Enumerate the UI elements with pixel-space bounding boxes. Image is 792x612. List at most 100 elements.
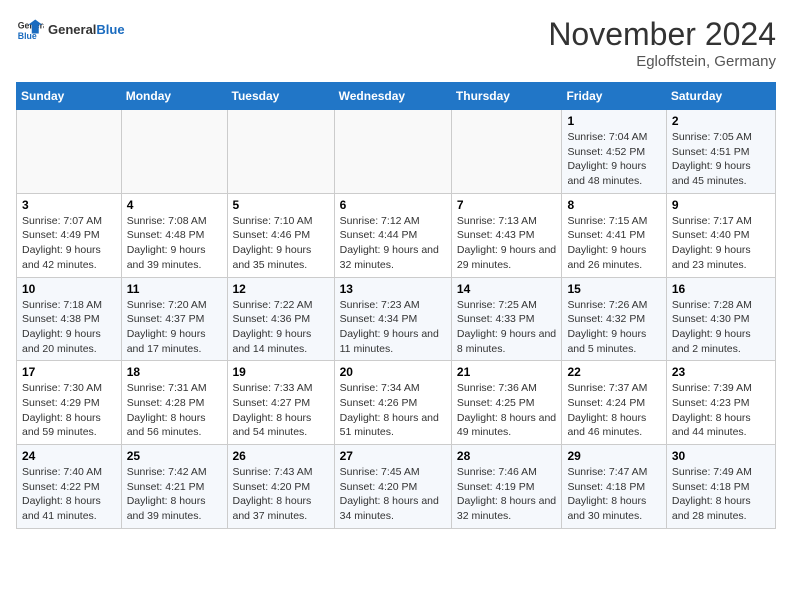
day-number: 17 — [22, 365, 116, 379]
calendar-cell: 25 Sunrise: 7:42 AMSunset: 4:21 PMDayligh… — [121, 445, 227, 529]
day-info: Sunrise: 7:13 AMSunset: 4:43 PMDaylight:… — [457, 214, 557, 273]
calendar-cell: 22 Sunrise: 7:37 AMSunset: 4:24 PMDayligh… — [562, 361, 666, 445]
calendar-cell — [17, 110, 122, 194]
day-info: Sunrise: 7:42 AMSunset: 4:21 PMDaylight:… — [127, 465, 222, 524]
calendar-cell — [227, 110, 334, 194]
day-number: 5 — [233, 198, 329, 212]
day-number: 18 — [127, 365, 222, 379]
calendar-cell: 14 Sunrise: 7:25 AMSunset: 4:33 PMDayligh… — [451, 277, 562, 361]
day-number: 28 — [457, 449, 557, 463]
calendar-cell: 24Sunrise: 7:40 AMSunset: 4:22 PMDayligh… — [17, 445, 122, 529]
logo-icon: General Blue — [16, 16, 44, 44]
calendar-cell: 13Sunrise: 7:23 AMSunset: 4:34 PMDayligh… — [334, 277, 451, 361]
day-info: Sunrise: 7:37 AMSunset: 4:24 PMDaylight:… — [567, 381, 660, 440]
logo-blue: Blue — [96, 22, 124, 37]
day-info: Sunrise: 7:23 AMSunset: 4:34 PMDaylight:… — [340, 298, 446, 357]
calendar-cell: 15 Sunrise: 7:26 AMSunset: 4:32 PMDayligh… — [562, 277, 666, 361]
calendar-cell — [334, 110, 451, 194]
day-info: Sunrise: 7:10 AMSunset: 4:46 PMDaylight:… — [233, 214, 329, 273]
day-info: Sunrise: 7:36 AMSunset: 4:25 PMDaylight:… — [457, 381, 557, 440]
calendar-cell: 29 Sunrise: 7:47 AMSunset: 4:18 PMDayligh… — [562, 445, 666, 529]
calendar-cell: 11 Sunrise: 7:20 AMSunset: 4:37 PMDayligh… — [121, 277, 227, 361]
calendar-cell: 9 Sunrise: 7:17 AMSunset: 4:40 PMDaylight… — [666, 193, 775, 277]
day-info: Sunrise: 7:18 AMSunset: 4:38 PMDaylight:… — [22, 298, 116, 357]
day-number: 12 — [233, 282, 329, 296]
day-number: 6 — [340, 198, 446, 212]
svg-text:General: General — [18, 20, 44, 30]
day-info: Sunrise: 7:30 AMSunset: 4:29 PMDaylight:… — [22, 381, 116, 440]
day-number: 25 — [127, 449, 222, 463]
day-info: Sunrise: 7:12 AMSunset: 4:44 PMDaylight:… — [340, 214, 446, 273]
calendar-cell: 12 Sunrise: 7:22 AMSunset: 4:36 PMDayligh… — [227, 277, 334, 361]
calendar-week-row: 1Sunrise: 7:04 AMSunset: 4:52 PMDaylight… — [17, 110, 776, 194]
day-info: Sunrise: 7:47 AMSunset: 4:18 PMDaylight:… — [567, 465, 660, 524]
calendar-cell: 30 Sunrise: 7:49 AMSunset: 4:18 PMDayligh… — [666, 445, 775, 529]
day-number: 4 — [127, 198, 222, 212]
logo-general: General — [48, 22, 96, 37]
day-info: Sunrise: 7:07 AMSunset: 4:49 PMDaylight:… — [22, 214, 116, 273]
day-number: 11 — [127, 282, 222, 296]
calendar-cell — [121, 110, 227, 194]
day-number: 2 — [672, 114, 770, 128]
calendar-cell: 18Sunrise: 7:31 AMSunset: 4:28 PMDayligh… — [121, 361, 227, 445]
weekday-header-wednesday: Wednesday — [334, 83, 451, 110]
day-number: 29 — [567, 449, 660, 463]
day-info: Sunrise: 7:26 AMSunset: 4:32 PMDaylight:… — [567, 298, 660, 357]
day-number: 27 — [340, 449, 446, 463]
day-info: Sunrise: 7:17 AMSunset: 4:40 PMDaylight:… — [672, 214, 770, 273]
day-number: 15 — [567, 282, 660, 296]
title-block: November 2024 Egloffstein, Germany — [548, 16, 776, 70]
calendar-cell: 16 Sunrise: 7:28 AMSunset: 4:30 PMDayligh… — [666, 277, 775, 361]
calendar-cell: 19 Sunrise: 7:33 AMSunset: 4:27 PMDayligh… — [227, 361, 334, 445]
day-info: Sunrise: 7:49 AMSunset: 4:18 PMDaylight:… — [672, 465, 770, 524]
day-info: Sunrise: 7:45 AMSunset: 4:20 PMDaylight:… — [340, 465, 446, 524]
calendar-cell: 27 Sunrise: 7:45 AMSunset: 4:20 PMDayligh… — [334, 445, 451, 529]
calendar-cell: 3Sunrise: 7:07 AMSunset: 4:49 PMDaylight… — [17, 193, 122, 277]
day-number: 23 — [672, 365, 770, 379]
weekday-header-thursday: Thursday — [451, 83, 562, 110]
day-number: 20 — [340, 365, 446, 379]
day-info: Sunrise: 7:33 AMSunset: 4:27 PMDaylight:… — [233, 381, 329, 440]
day-info: Sunrise: 7:25 AMSunset: 4:33 PMDaylight:… — [457, 298, 557, 357]
calendar-week-row: 24Sunrise: 7:40 AMSunset: 4:22 PMDayligh… — [17, 445, 776, 529]
calendar-cell: 26 Sunrise: 7:43 AMSunset: 4:20 PMDayligh… — [227, 445, 334, 529]
calendar-cell: 8Sunrise: 7:15 AMSunset: 4:41 PMDaylight… — [562, 193, 666, 277]
calendar-cell: 1Sunrise: 7:04 AMSunset: 4:52 PMDaylight… — [562, 110, 666, 194]
calendar-cell: 23 Sunrise: 7:39 AMSunset: 4:23 PMDayligh… — [666, 361, 775, 445]
day-info: Sunrise: 7:43 AMSunset: 4:20 PMDaylight:… — [233, 465, 329, 524]
calendar-cell — [451, 110, 562, 194]
day-info: Sunrise: 7:39 AMSunset: 4:23 PMDaylight:… — [672, 381, 770, 440]
weekday-header-sunday: Sunday — [17, 83, 122, 110]
day-info: Sunrise: 7:22 AMSunset: 4:36 PMDaylight:… — [233, 298, 329, 357]
weekday-header-row: SundayMondayTuesdayWednesdayThursdayFrid… — [17, 83, 776, 110]
day-number: 30 — [672, 449, 770, 463]
day-info: Sunrise: 7:28 AMSunset: 4:30 PMDaylight:… — [672, 298, 770, 357]
weekday-header-tuesday: Tuesday — [227, 83, 334, 110]
day-info: Sunrise: 7:46 AMSunset: 4:19 PMDaylight:… — [457, 465, 557, 524]
location-label: Egloffstein, Germany — [548, 53, 776, 70]
calendar-cell: 20 Sunrise: 7:34 AMSunset: 4:26 PMDayligh… — [334, 361, 451, 445]
calendar-cell: 2 Sunrise: 7:05 AMSunset: 4:51 PMDaylight… — [666, 110, 775, 194]
day-info: Sunrise: 7:05 AMSunset: 4:51 PMDaylight:… — [672, 130, 770, 189]
day-number: 10 — [22, 282, 116, 296]
day-number: 24 — [22, 449, 116, 463]
calendar-cell: 4 Sunrise: 7:08 AMSunset: 4:48 PMDaylight… — [121, 193, 227, 277]
day-number: 9 — [672, 198, 770, 212]
day-number: 19 — [233, 365, 329, 379]
day-number: 14 — [457, 282, 557, 296]
day-number: 22 — [567, 365, 660, 379]
logo: General Blue GeneralBlue — [16, 16, 125, 44]
calendar-week-row: 3Sunrise: 7:07 AMSunset: 4:49 PMDaylight… — [17, 193, 776, 277]
day-number: 26 — [233, 449, 329, 463]
calendar-cell: 6 Sunrise: 7:12 AMSunset: 4:44 PMDaylight… — [334, 193, 451, 277]
day-number: 1 — [567, 114, 660, 128]
day-info: Sunrise: 7:08 AMSunset: 4:48 PMDaylight:… — [127, 214, 222, 273]
month-title: November 2024 — [548, 16, 776, 53]
day-number: 16 — [672, 282, 770, 296]
day-info: Sunrise: 7:20 AMSunset: 4:37 PMDaylight:… — [127, 298, 222, 357]
weekday-header-monday: Monday — [121, 83, 227, 110]
page-header: General Blue GeneralBlue November 2024 E… — [16, 16, 776, 70]
calendar-table: SundayMondayTuesdayWednesdayThursdayFrid… — [16, 82, 776, 529]
calendar-cell: 28 Sunrise: 7:46 AMSunset: 4:19 PMDayligh… — [451, 445, 562, 529]
day-info: Sunrise: 7:34 AMSunset: 4:26 PMDaylight:… — [340, 381, 446, 440]
